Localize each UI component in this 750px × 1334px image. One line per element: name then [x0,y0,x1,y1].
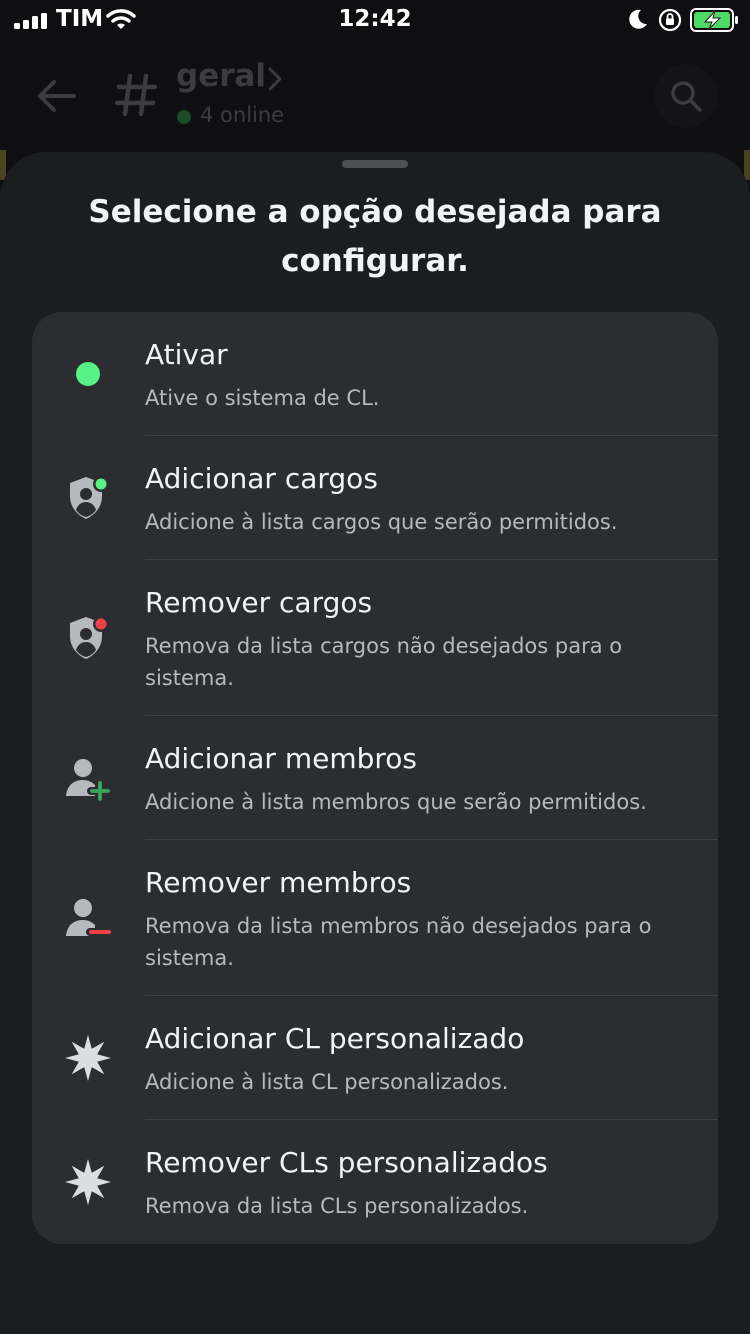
option-description: Adicione à lista CL personalizados. [145,1070,509,1094]
edge-accent-right [744,150,750,180]
option-ativar[interactable]: Ativar Ative o sistema de CL. [32,312,718,436]
chevron-right-icon[interactable] [266,66,284,92]
channel-hash-icon [114,73,158,117]
do-not-disturb-moon-icon [629,9,647,29]
option-description: Remova da lista membros não desejados pa… [145,914,652,970]
option-adicionar-membros[interactable]: Adicionar membros Adicione à lista membr… [32,716,718,840]
option-title: Remover CLs personalizados [145,1146,548,1179]
sheet-drag-handle[interactable] [342,160,408,168]
option-description: Remova da lista CLs personalizados. [145,1194,529,1218]
search-button[interactable] [654,64,718,128]
option-remover-cls-personalizados[interactable]: Remover CLs personalizados Remova da lis… [32,1120,718,1244]
bottom-sheet: Selecione a opção desejada para configur… [0,152,750,1334]
option-title: Remover membros [145,866,412,899]
back-arrow-icon[interactable] [34,78,78,114]
role-shield-add-icon [70,476,109,519]
online-count: 4 online [200,103,285,127]
sheet-title: Selecione a opção desejada para configur… [88,194,662,279]
option-description: Ative o sistema de CL. [145,386,380,410]
role-shield-remove-icon [70,616,109,659]
options-list: Ativar Ative o sistema de CL. Adicionar … [32,312,718,1244]
search-icon [671,81,702,112]
sparkle-icon [65,1035,111,1081]
user-remove-icon [66,899,114,936]
option-description: Remova da lista cargos não desejados par… [145,634,623,690]
online-status-dot [177,110,191,124]
channel-name[interactable]: geral [176,58,266,94]
option-title: Ativar [145,338,228,371]
option-description: Adicione à lista cargos que serão permit… [145,510,618,534]
option-title: Remover cargos [145,586,373,619]
green-status-dot-icon [76,362,100,386]
option-adicionar-cargos[interactable]: Adicionar cargos Adicione à lista cargos… [32,436,718,560]
option-title: Adicionar CL personalizado [145,1022,525,1055]
option-adicionar-cl-personalizado[interactable]: Adicionar CL personalizado Adicione à li… [32,996,718,1120]
option-remover-membros[interactable]: Remover membros Remova da lista membros … [32,840,718,996]
sparkle-icon [65,1159,111,1205]
option-title: Adicionar membros [145,742,418,775]
user-add-icon [66,759,113,804]
option-title: Adicionar cargos [145,462,378,495]
option-description: Adicione à lista membros que serão permi… [145,790,647,814]
status-bar: TIM 12:42 [0,0,750,44]
rotation-lock-icon [658,8,682,32]
battery-charging-icon [690,8,738,32]
option-remover-cargos[interactable]: Remover cargos Remova da lista cargos nã… [32,560,718,716]
chat-header [0,44,750,150]
